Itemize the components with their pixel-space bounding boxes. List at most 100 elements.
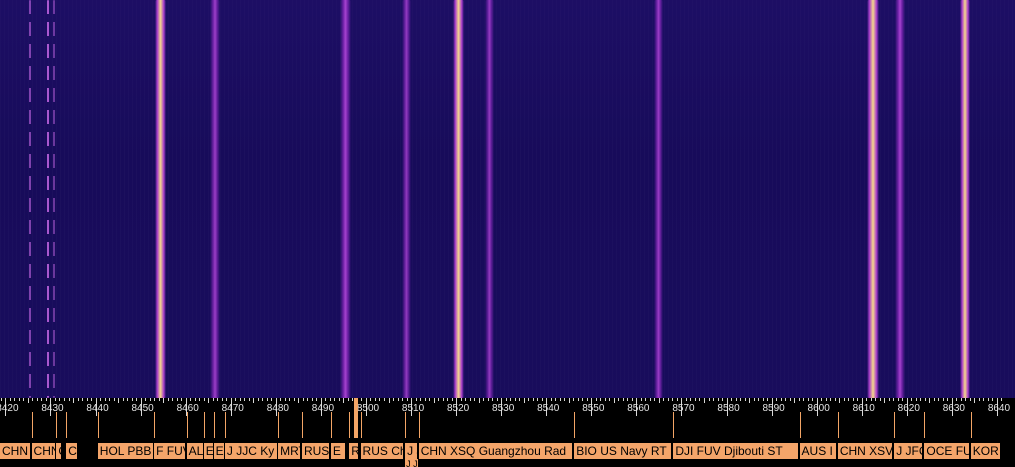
minor-tick	[293, 398, 295, 401]
minor-tick	[316, 398, 318, 401]
frequency-tick-label: 8420	[0, 403, 19, 414]
minor-tick	[541, 398, 543, 401]
minor-tick	[884, 398, 886, 403]
station-label[interactable]: MRT	[278, 443, 301, 459]
station-label[interactable]: AUS I	[799, 443, 837, 459]
station-marker-line	[186, 412, 188, 438]
station-label[interactable]: CHN XSQ Guangzhou Rad	[418, 443, 574, 459]
station-marker-line	[894, 412, 896, 438]
minor-tick	[32, 398, 34, 401]
minor-tick	[821, 398, 823, 401]
minor-tick	[113, 398, 115, 401]
minor-tick	[595, 398, 597, 401]
station-label[interactable]: J JFC I	[894, 443, 924, 459]
minor-tick	[415, 398, 417, 401]
station-marker-line	[154, 412, 156, 438]
minor-tick	[830, 398, 832, 401]
minor-tick	[235, 398, 237, 401]
minor-tick	[947, 398, 949, 401]
minor-tick	[289, 398, 291, 401]
station-label[interactable]: BIO US Navy RT	[574, 443, 673, 459]
station-marker-line	[301, 412, 303, 438]
tuning-marker[interactable]	[354, 398, 358, 438]
minor-tick	[983, 398, 985, 401]
station-label[interactable]: AL	[186, 443, 204, 459]
station-label[interactable]: KOR	[970, 443, 1002, 459]
minor-tick	[172, 398, 174, 401]
station-label[interactable]: R	[349, 443, 360, 459]
minor-tick	[127, 398, 129, 401]
minor-tick	[109, 398, 111, 401]
station-label[interactable]: CHN XSV Tia	[837, 443, 894, 459]
minor-tick	[86, 398, 88, 401]
minor-tick	[483, 398, 485, 401]
minor-tick	[600, 398, 602, 401]
minor-tick	[685, 398, 687, 401]
station-marker-line	[924, 412, 926, 438]
minor-tick	[550, 398, 552, 401]
minor-tick	[447, 398, 449, 401]
minor-tick	[514, 398, 516, 401]
minor-tick	[77, 398, 79, 401]
minor-tick	[920, 398, 922, 401]
signal-trace	[960, 0, 971, 398]
signal-trace	[47, 0, 50, 398]
station-marker-line	[837, 412, 839, 438]
minor-tick	[18, 398, 20, 401]
minor-tick	[1001, 398, 1003, 401]
minor-tick	[163, 398, 165, 403]
minor-tick	[663, 398, 665, 401]
minor-tick	[248, 398, 250, 401]
minor-tick	[208, 398, 210, 403]
minor-tick	[68, 398, 70, 401]
minor-tick	[956, 398, 958, 401]
station-label[interactable]: E	[203, 443, 214, 459]
station-label[interactable]: J JJC Ky	[224, 443, 279, 459]
station-label[interactable]: CHN	[66, 443, 78, 459]
minor-tick	[812, 398, 814, 401]
minor-tick	[577, 398, 579, 401]
minor-tick	[271, 398, 273, 401]
station-label[interactable]: J JF	[405, 443, 418, 459]
signal-trace	[654, 0, 664, 398]
minor-tick	[731, 398, 733, 401]
minor-tick	[244, 398, 246, 401]
station-marker-line	[405, 412, 407, 438]
minor-tick	[478, 398, 480, 403]
station-label[interactable]: CHN	[31, 443, 56, 459]
minor-tick	[690, 398, 692, 401]
minor-tick	[604, 398, 606, 401]
minor-tick	[451, 398, 453, 401]
station-label[interactable]: E	[213, 443, 225, 459]
minor-tick	[753, 398, 755, 401]
minor-tick	[785, 398, 787, 401]
station-label[interactable]: CHN	[0, 443, 31, 459]
frequency-scale[interactable]: 8420843084408450846084708480849085008510…	[0, 398, 1015, 438]
station-label[interactable]: F FUV	[154, 443, 186, 459]
minor-tick	[338, 398, 340, 401]
station-label[interactable]: E	[330, 443, 346, 459]
minor-tick	[875, 398, 877, 401]
minor-tick	[852, 398, 854, 401]
station-label[interactable]: C	[56, 443, 62, 459]
station-label[interactable]: RUS Ch	[360, 443, 405, 459]
minor-tick	[658, 398, 660, 403]
station-label[interactable]: RUS	[301, 443, 330, 459]
signal-trace	[867, 0, 879, 398]
minor-tick	[118, 398, 120, 403]
spectrum-waterfall[interactable]	[0, 0, 1015, 398]
minor-tick	[374, 398, 376, 401]
station-label[interactable]: HOL PBB N	[97, 443, 155, 459]
frequency-tick-label: 8550	[582, 403, 605, 414]
minor-tick	[762, 398, 764, 401]
station-label-overflow[interactable]: J JF	[405, 459, 418, 467]
minor-tick	[361, 398, 363, 401]
minor-tick	[469, 398, 471, 401]
minor-tick	[402, 398, 404, 401]
station-label[interactable]: DJI FUV Djibouti ST	[673, 443, 799, 459]
minor-tick	[586, 398, 588, 401]
minor-tick	[298, 398, 300, 403]
minor-tick	[848, 398, 850, 401]
station-label[interactable]: OCE FU	[924, 443, 970, 459]
frequency-tick-label: 8530	[492, 403, 515, 414]
